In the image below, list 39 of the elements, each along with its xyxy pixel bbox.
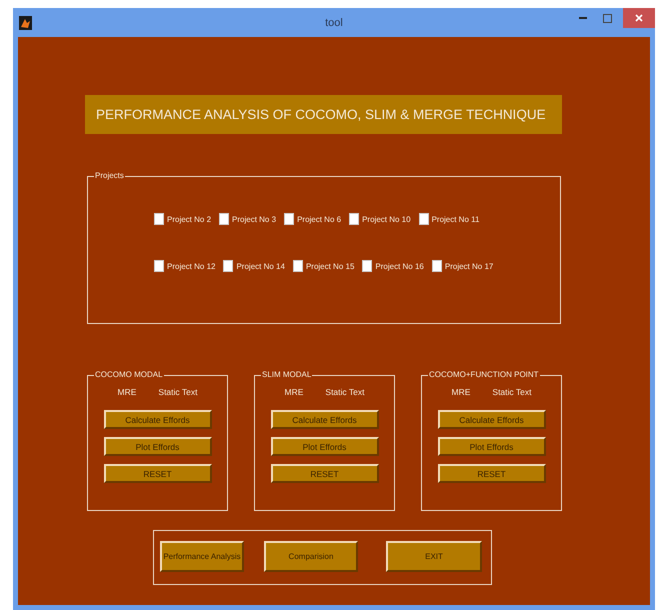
app-icon	[19, 16, 32, 30]
project-checkbox[interactable]: Project No 11	[418, 213, 480, 225]
close-button[interactable]	[623, 8, 655, 28]
project-checkbox[interactable]: Project No 14	[223, 260, 285, 272]
close-icon	[635, 14, 643, 22]
action-button[interactable]: Plot Effords	[104, 437, 212, 456]
action-button[interactable]: RESET	[438, 464, 546, 483]
project-checkbox[interactable]: Project No 12	[154, 260, 216, 272]
action-button[interactable]: Calculate Effords	[438, 410, 546, 429]
mre-label: MRE	[452, 387, 470, 397]
project-checkbox[interactable]: Project No 3	[219, 213, 276, 225]
mre-value: Static Text	[158, 387, 198, 397]
maximize-icon	[602, 14, 612, 22]
action-button[interactable]: Calculate Effords	[104, 410, 212, 429]
action-button[interactable]: Calculate Effords	[270, 410, 378, 429]
action-button[interactable]: EXIT	[386, 541, 482, 572]
project-checkbox[interactable]: Project No 6	[284, 213, 342, 225]
action-button[interactable]: RESET	[270, 464, 378, 483]
action-button[interactable]: Performance Analysis	[160, 541, 244, 572]
project-checkbox[interactable]: Project No 2	[154, 213, 212, 225]
mre-value: Static Text	[325, 387, 364, 397]
project-checkbox[interactable]: Project No 15	[292, 260, 354, 272]
project-checkbox[interactable]: Project No 16	[362, 260, 424, 272]
mre-label: MRE	[118, 387, 136, 397]
panel-title: COCOMO MODAL	[94, 370, 164, 380]
action-button[interactable]: Plot Effords	[438, 437, 546, 456]
panel-title: SLIM MODAL	[261, 370, 312, 380]
project-checkbox[interactable]: Project No 17	[432, 260, 494, 272]
action-button[interactable]: Comparision	[264, 541, 358, 572]
project-checkbox[interactable]: Project No 10	[349, 213, 411, 225]
minimize-icon	[579, 17, 587, 19]
window-title: tool	[325, 16, 343, 28]
mre-label: MRE	[284, 387, 304, 397]
action-button[interactable]: RESET	[104, 464, 212, 483]
banner-title: PERFORMANCE ANALYSIS OF COCOMO, SLIM & MERGE TECHNIQUE	[85, 95, 562, 134]
mre-value: Static Text	[492, 387, 532, 397]
panel-title: COCOMO+FUNCTION POINT	[428, 370, 540, 380]
panel-title: Projects	[94, 171, 125, 181]
action-button[interactable]: Plot Effords	[270, 437, 378, 456]
